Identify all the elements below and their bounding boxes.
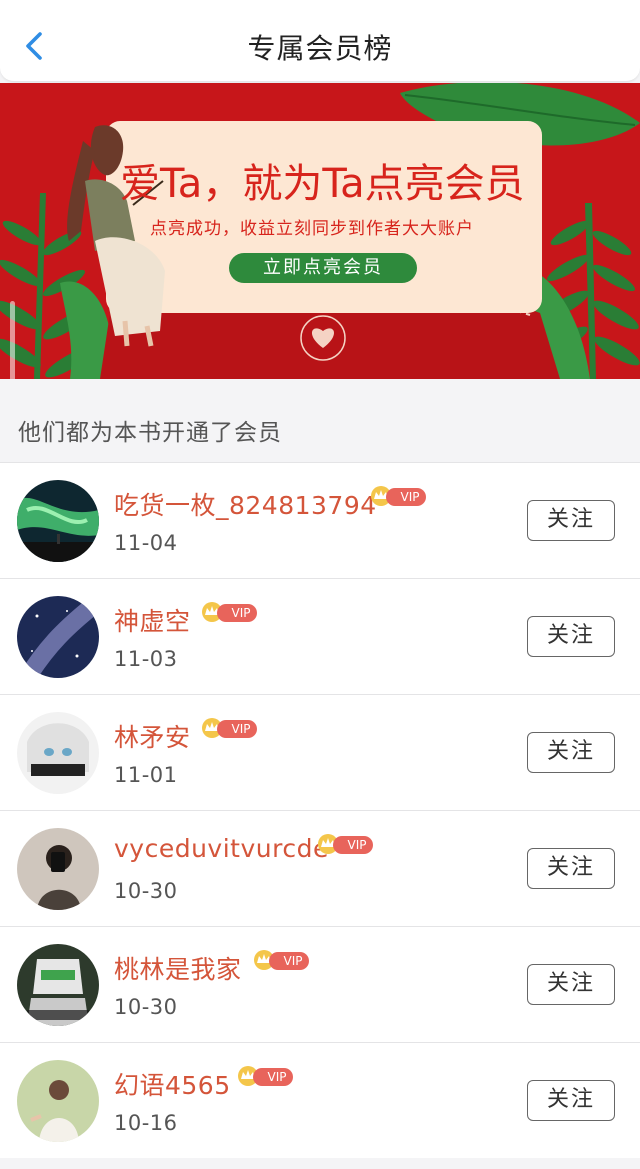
avatar[interactable] [17, 828, 99, 910]
member-row[interactable]: vyceduvitvurcde VIP 10-30 关注 [0, 810, 640, 926]
member-date: 10-30 [114, 879, 178, 903]
member-name[interactable]: 吃货一枚_824813794 [114, 486, 377, 522]
member-row[interactable]: 桃林是我家 VIP 10-30 关注 [0, 926, 640, 1042]
follow-button[interactable]: 关注 [527, 1080, 615, 1121]
member-row[interactable]: 吃货一枚_824813794 VIP 11-04 关注 [0, 462, 640, 578]
member-name[interactable]: 幻语4565 [114, 1066, 231, 1102]
member-row[interactable]: 神虚空 VIP 11-03 关注 [0, 578, 640, 694]
avatar[interactable] [17, 712, 99, 794]
scroll-indicator [10, 301, 15, 379]
follow-button[interactable]: 关注 [527, 616, 615, 657]
follow-button[interactable]: 关注 [527, 732, 615, 773]
promo-banner[interactable]: 爱Ta，就为Ta点亮会员 点亮成功，收益立刻同步到作者大大账户 立即点亮会员 [0, 83, 640, 379]
member-row[interactable]: 幻语4565 VIP 10-16 关注 [0, 1042, 640, 1158]
top-bar: 专属会员榜 [0, 0, 640, 82]
member-name[interactable]: 桃林是我家 [114, 950, 242, 986]
page-title: 专属会员榜 [247, 32, 393, 65]
member-name[interactable]: vyceduvitvurcde [114, 834, 329, 863]
member-date: 10-16 [114, 1111, 178, 1135]
member-row[interactable]: 林矛安 VIP 11-01 关注 [0, 694, 640, 810]
member-name[interactable]: 神虚空 [114, 602, 191, 638]
member-date: 11-03 [114, 647, 178, 671]
banner-subtitle: 点亮成功，收益立刻同步到作者大大账户 [150, 219, 474, 239]
member-list: 吃货一枚_824813794 VIP 11-04 关注 神虚空 VIP 11-0… [0, 462, 640, 1158]
avatar[interactable] [17, 480, 99, 562]
follow-button[interactable]: 关注 [527, 964, 615, 1005]
member-name[interactable]: 林矛安 [114, 718, 191, 754]
section-title: 他们都为本书开通了会员 [18, 420, 282, 446]
member-date: 11-01 [114, 763, 178, 787]
avatar[interactable] [17, 596, 99, 678]
avatar[interactable] [17, 1060, 99, 1142]
light-up-membership-button[interactable]: 立即点亮会员 [229, 253, 417, 283]
avatar[interactable] [17, 944, 99, 1026]
member-date: 11-04 [114, 531, 178, 555]
follow-button[interactable]: 关注 [527, 848, 615, 889]
banner-headline: 爱Ta，就为Ta点亮会员 [120, 161, 525, 207]
member-date: 10-30 [114, 995, 178, 1019]
follow-button[interactable]: 关注 [527, 500, 615, 541]
